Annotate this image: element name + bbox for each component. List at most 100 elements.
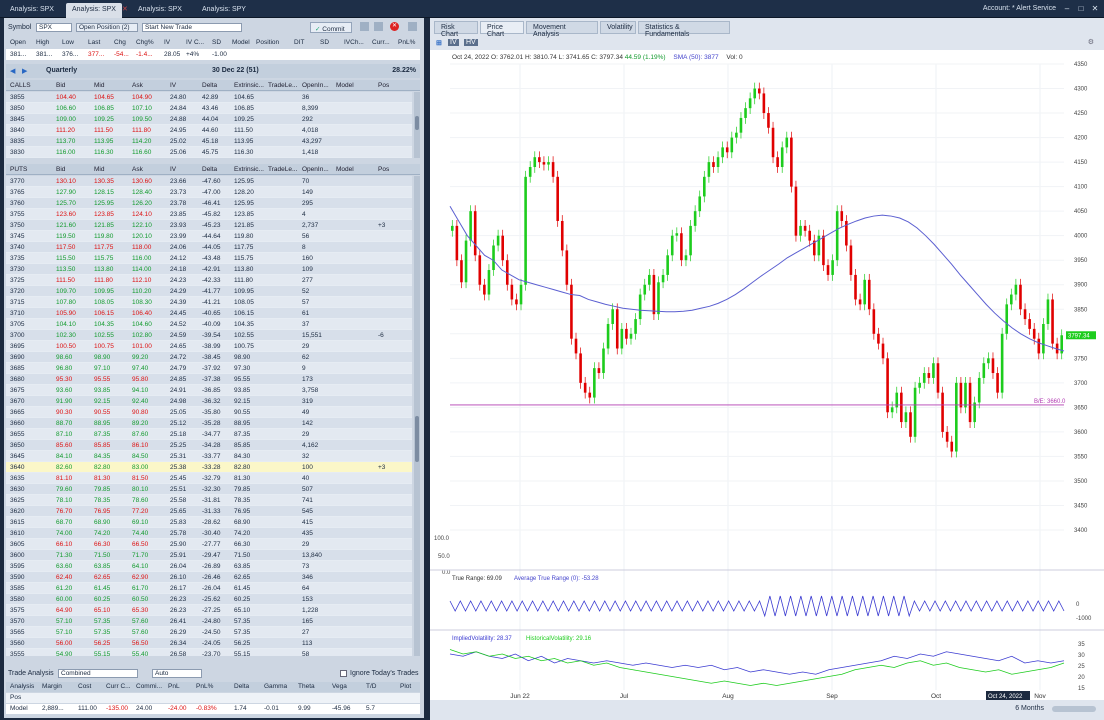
table-row[interactable]: 3645 84.10 84.35 84.50 25.31 -33.77 84.30 32 [6,451,412,462]
chart-tab[interactable]: Price Chart [480,21,524,38]
table-row[interactable]: 3560 56.00 56.25 56.50 26.34 -24.05 56.25 113 [6,638,412,649]
table-row[interactable]: 3625 78.10 78.35 78.60 25.58 -31.81 78.35 741 [6,495,412,506]
calls-column-header[interactable]: Extrinsic... [234,82,264,89]
calls-column-header[interactable]: Model [336,82,354,89]
table-row[interactable]: 3755 123.60 123.85 124.10 23.85 -45.82 123.85 4 [6,209,412,220]
price-chart-svg[interactable]: 4350 4300 4250 4200 4150 4100 4050 4000 3950 3900… [430,50,1104,700]
prev-expiry-icon[interactable]: ◀ [10,67,15,75]
calls-column-header[interactable]: TradeLe... [268,82,297,89]
chart-type-icon[interactable]: ⊞ [436,39,442,47]
puts-column-header[interactable]: Bid [56,166,65,173]
table-row[interactable]: 3610 74.00 74.20 74.40 25.78 -30.40 74.20 435 [6,528,412,539]
zoom-slider[interactable] [1052,706,1096,712]
start-new-trade-select[interactable]: Start New Trade [142,23,242,32]
puts-column-header[interactable]: OpenIn... [302,166,329,173]
table-row[interactable]: 3590 62.40 62.65 62.90 26.10 -26.46 62.65 346 [6,572,412,583]
table-row[interactable]: 3640 82.60 82.80 83.00 25.38 -33.28 82.80 100 +3 [6,462,412,473]
tab-analysis-3[interactable]: Analysis: SPX [132,3,188,18]
puts-column-header[interactable]: Delta [202,166,217,173]
hv-toggle[interactable]: HV [464,39,478,46]
calls-scrollbar[interactable] [414,92,420,158]
close-window-icon[interactable]: ✕ [1090,4,1100,14]
calls-column-header[interactable]: IV [170,82,176,89]
table-row[interactable]: 3855 104.40 104.65 104.90 24.80 42.89 104.65 36 [6,92,412,103]
chart-tab[interactable]: Risk Chart [434,21,478,38]
table-row[interactable]: 3740 117.50 117.75 118.00 24.06 -44.05 117.75 8 [6,242,412,253]
tab-analysis-4[interactable]: Analysis: SPY [196,3,252,18]
maximize-icon[interactable]: □ [1076,4,1086,14]
price-chart[interactable]: 4350 4300 4250 4200 4150 4100 4050 4000 3950 3900… [430,50,1104,700]
calls-column-header[interactable]: OpenIn... [302,82,329,89]
table-row[interactable]: 3690 98.60 98.90 99.20 24.72 -38.45 98.90 62 [6,352,412,363]
table-row[interactable]: 3595 63.60 63.85 64.10 26.04 -26.89 63.85 73 [6,561,412,572]
table-row[interactable]: 3670 91.90 92.15 92.40 24.98 -36.32 92.15 319 [6,396,412,407]
settings-icon[interactable] [408,22,417,31]
table-row[interactable]: 3615 68.70 68.90 69.10 25.83 -28.62 68.90 415 [6,517,412,528]
calls-column-header[interactable]: Bid [56,82,65,89]
table-row[interactable]: 3665 90.30 90.55 90.80 25.05 -35.80 90.55 49 [6,407,412,418]
tab-analysis-2[interactable]: Analysis: SPX [66,3,122,18]
table-row[interactable]: 3765 127.90 128.15 128.40 23.73 -47.00 128.20 1… [6,187,412,198]
minimize-icon[interactable]: – [1062,4,1072,14]
layout-icon[interactable] [360,22,369,31]
table-row[interactable]: 3830 116.00 116.30 116.60 25.06 45.75 116.30 1,… [6,147,412,158]
calls-column-header[interactable]: Delta [202,82,217,89]
table-row[interactable]: 3620 76.70 76.95 77.20 25.65 -31.33 76.95 545 [6,506,412,517]
calls-column-header[interactable]: Ask [132,82,143,89]
table-row[interactable]: 3605 66.10 66.30 66.50 25.90 -27.77 66.30 29 [6,539,412,550]
analysis-mode-select[interactable]: Combined [58,669,138,678]
table-row[interactable]: 3745 119.50 119.80 120.10 23.99 -44.64 119.80 5… [6,231,412,242]
table-row[interactable]: 3570 57.10 57.35 57.60 26.41 -24.80 57.35 165 [6,616,412,627]
account-label[interactable]: Account: * Alert Service [983,5,1056,12]
table-row[interactable]: 3685 96.80 97.10 97.40 24.79 -37.92 97.30 9 [6,363,412,374]
table-row[interactable]: 3845 109.00 109.25 109.50 24.88 44.04 109.25 29… [6,114,412,125]
table-row[interactable]: 3750 121.60 121.85 122.10 23.93 -45.23 121.85 2… [6,220,412,231]
chart-tab[interactable]: Statistics & Fundamentals [638,21,730,38]
cancel-icon[interactable]: ✕ [390,22,399,31]
puts-column-header[interactable]: Pos [378,166,389,173]
table-row[interactable]: 3850 106.60 106.85 107.10 24.84 43.46 106.85 8,… [6,103,412,114]
table-row[interactable]: 3840 111.20 111.50 111.80 24.95 44.60 111.50 4,… [6,125,412,136]
range-button[interactable]: 6 Months [1015,705,1044,712]
chart-tab[interactable]: Volatility [600,21,636,34]
iv-toggle[interactable]: IV [448,39,459,46]
puts-column-header[interactable]: Mid [94,166,104,173]
table-row[interactable]: 3675 93.60 93.85 94.10 24.91 -36.85 93.85 3,758 [6,385,412,396]
table-row[interactable]: 3650 85.60 85.85 86.10 25.25 -34.28 85.85 4,162 [6,440,412,451]
calls-column-header[interactable]: Pos [378,82,389,89]
table-row[interactable]: 3835 113.70 113.95 114.20 25.02 45.18 113.95 43… [6,136,412,147]
table-row[interactable]: 3630 79.60 79.85 80.10 25.51 -32.30 79.85 507 [6,484,412,495]
table-row[interactable]: 3555 54.90 55.15 55.40 26.58 -23.70 55.15 58 [6,649,412,656]
auto-select[interactable]: Auto [152,669,202,678]
puts-scrollbar[interactable] [414,176,420,656]
table-row[interactable]: 3580 60.00 60.25 60.50 26.23 -25.62 60.25 153 [6,594,412,605]
puts-column-header[interactable]: Ask [132,166,143,173]
table-row[interactable]: 3710 105.90 106.15 106.40 24.45 -40.65 106.15 6… [6,308,412,319]
commit-button[interactable]: ✓ Commit [310,22,352,33]
table-row[interactable]: 3735 115.50 115.75 116.00 24.12 -43.48 115.75 1… [6,253,412,264]
table-row[interactable]: 3600 71.30 71.50 71.70 25.91 -29.47 71.50 13,84… [6,550,412,561]
table-row[interactable]: 3635 81.10 81.30 81.50 25.45 -32.79 81.30 40 [6,473,412,484]
table-row[interactable]: 3760 125.70 125.95 126.20 23.78 -46.41 125.95 2… [6,198,412,209]
chart-settings-icon[interactable]: ⚙ [1088,38,1094,46]
puts-column-header[interactable]: TradeLe... [268,166,297,173]
close-tab-icon[interactable]: ✕ [122,5,128,13]
table-row[interactable]: 3725 111.50 111.80 112.10 24.23 -42.33 111.80 2… [6,275,412,286]
symbol-input[interactable]: SPX [36,23,72,32]
table-row[interactable]: 3655 87.10 87.35 87.60 25.18 -34.77 87.35 29 [6,429,412,440]
table-row[interactable]: 3585 61.20 61.45 61.70 26.17 -26.04 61.45 64 [6,583,412,594]
table-row[interactable]: 3575 64.90 65.10 65.30 26.23 -27.25 65.10 1,228 [6,605,412,616]
table-row[interactable]: 3720 109.70 109.95 110.20 24.29 -41.77 109.95 5… [6,286,412,297]
chart-tab[interactable]: Movement Analysis [526,21,598,38]
open-position-select[interactable]: Open Position (2) [76,23,138,32]
calls-column-header[interactable]: Mid [94,82,104,89]
table-row[interactable]: 3730 113.50 113.80 114.00 24.18 -42.91 113.80 1… [6,264,412,275]
tab-analysis-1[interactable]: Analysis: SPX [4,3,60,18]
table-row[interactable]: 3715 107.80 108.05 108.30 24.39 -41.21 108.05 5… [6,297,412,308]
next-expiry-icon[interactable]: ▶ [22,67,27,75]
puts-column-header[interactable]: Model [336,166,354,173]
grid-icon[interactable] [374,22,383,31]
table-row[interactable]: 3770 130.10 130.35 130.60 23.66 -47.60 125.95 7… [6,176,412,187]
ignore-trades-checkbox[interactable] [340,670,347,677]
table-row[interactable]: 3680 95.30 95.55 95.80 24.85 -37.38 95.55 173 [6,374,412,385]
